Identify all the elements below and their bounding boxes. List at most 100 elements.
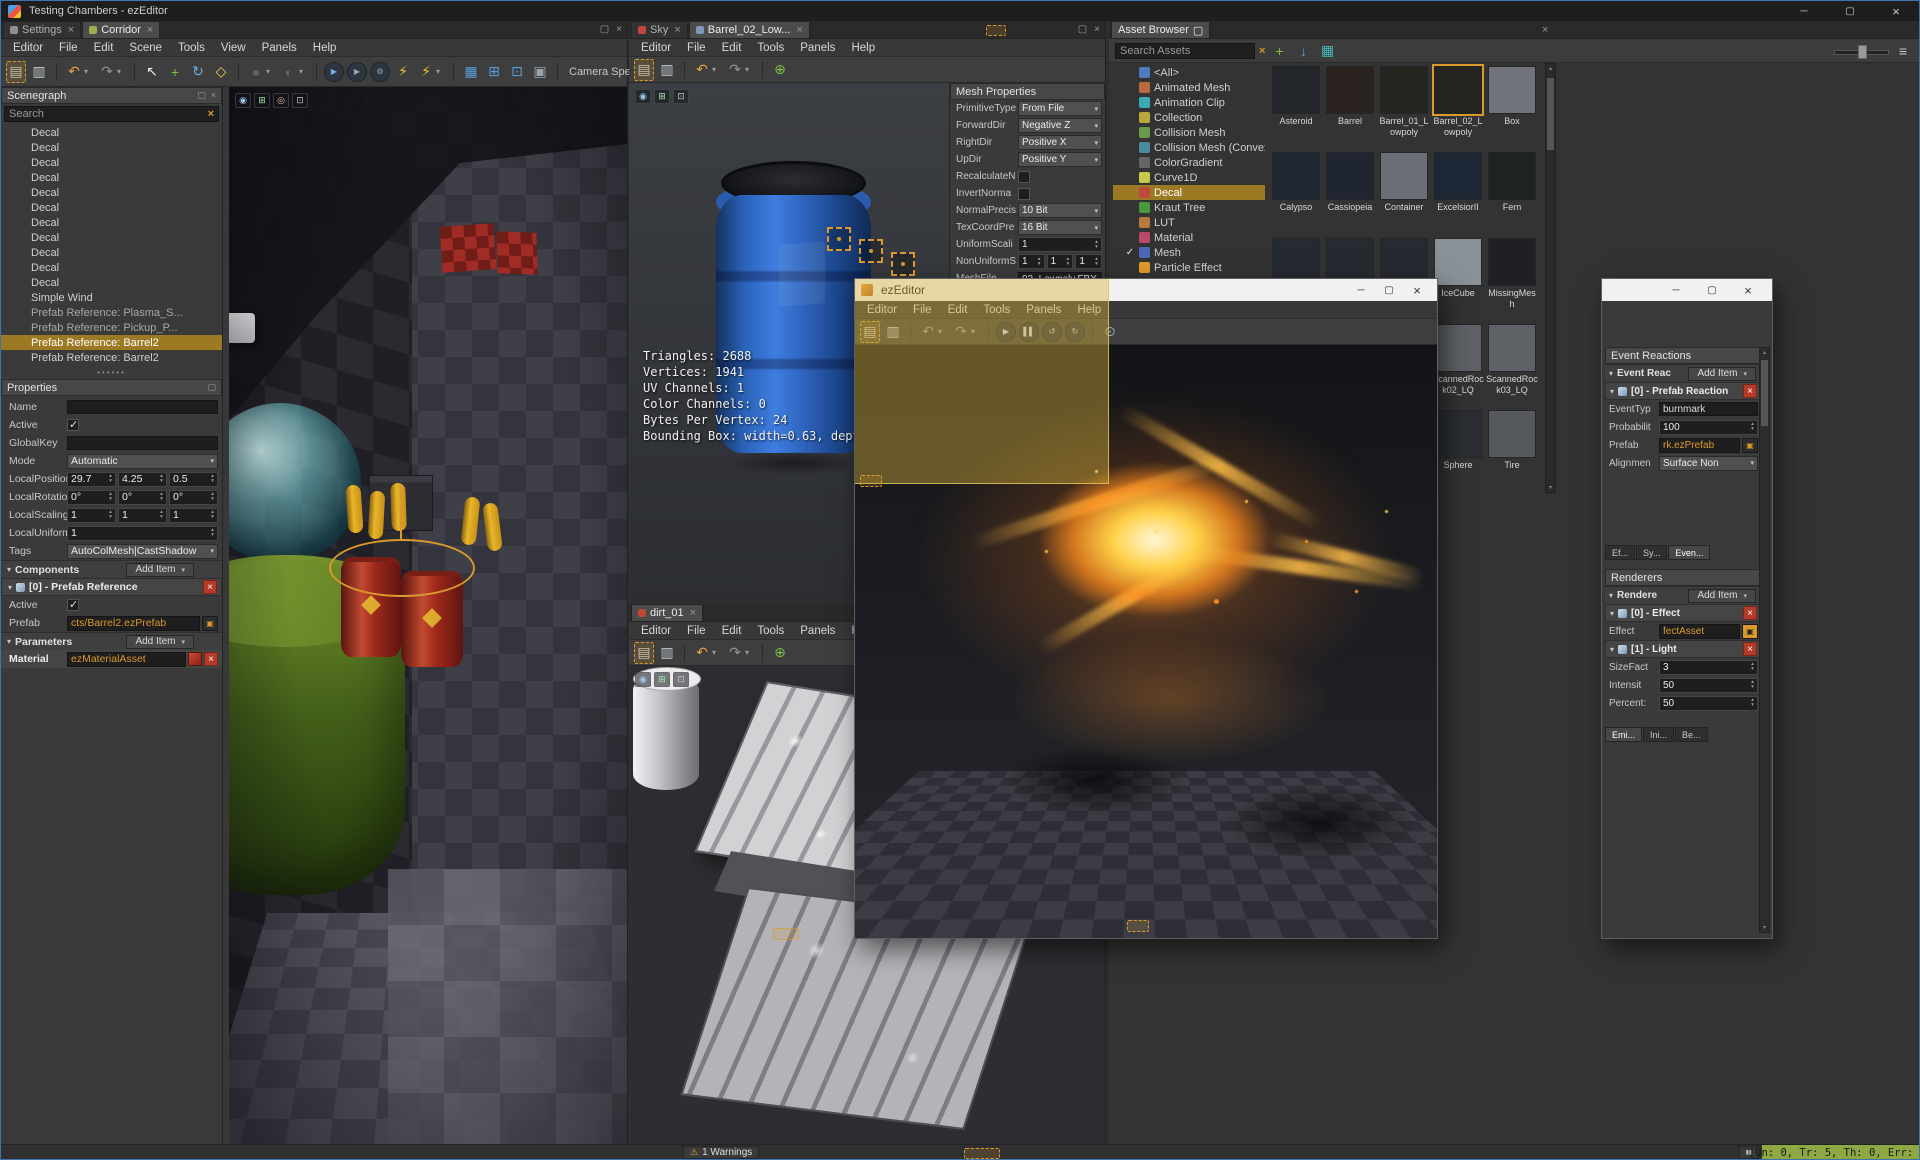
- add-asset-icon[interactable]: +: [1269, 40, 1289, 62]
- toolbar-item[interactable]: [936, 321, 944, 343]
- delete-component-button[interactable]: [1743, 642, 1757, 656]
- expander-icon[interactable]: [7, 565, 11, 574]
- document-tab[interactable]: Settings: [3, 21, 82, 38]
- scenegraph-item[interactable]: Decal: [1, 200, 222, 215]
- delete-component-button[interactable]: [1743, 606, 1757, 620]
- redo-icon[interactable]: ↷: [725, 59, 745, 81]
- asset-item[interactable]: Barrel_02_Lowpoly: [1431, 63, 1485, 149]
- panel-splitter[interactable]: ••••••: [1, 367, 222, 378]
- fullscreen-icon[interactable]: ⊡: [673, 89, 689, 104]
- section-tab[interactable]: Emi...: [1605, 727, 1643, 742]
- add-item-button[interactable]: Add Item: [126, 634, 194, 649]
- menu-item[interactable]: Edit: [714, 42, 750, 54]
- scene-viewport[interactable]: ◉ ⊞ ◎ ⊡: [229, 87, 627, 1144]
- quick-throw-icon[interactable]: ⚡: [416, 61, 436, 83]
- asset-type-item[interactable]: Collection: [1113, 110, 1265, 125]
- scroll-down-icon[interactable]: ▾: [1546, 484, 1555, 491]
- asset-transform-icon[interactable]: ⊕: [770, 59, 790, 81]
- scale-tool-icon[interactable]: ◇: [211, 61, 231, 83]
- undo-icon[interactable]: ↶: [692, 642, 712, 664]
- redo-icon[interactable]: ↷: [725, 642, 745, 664]
- menu-item[interactable]: Tools: [170, 42, 213, 54]
- close-panel-icon[interactable]: [211, 90, 216, 101]
- scenegraph-item[interactable]: Decal: [1, 170, 222, 185]
- asset-reference-value[interactable]: cts/Barrel2.ezPrefab: [67, 615, 200, 631]
- undo-icon[interactable]: ↶: [918, 321, 938, 343]
- spinner-arrows-icon[interactable]: [157, 510, 166, 520]
- close-tab-icon[interactable]: [674, 24, 680, 36]
- asset-reference-value[interactable]: rk.ezPrefab: [1659, 437, 1740, 453]
- spinner-arrows-icon[interactable]: [157, 474, 166, 484]
- menu-item[interactable]: View: [213, 42, 254, 54]
- dock-grip[interactable]: [986, 25, 1006, 36]
- dropdown[interactable]: Positive X: [1018, 135, 1102, 150]
- toolbar-item[interactable]: [743, 642, 751, 664]
- delete-component-button[interactable]: [1743, 384, 1757, 398]
- spinner-arrows-icon[interactable]: [1748, 422, 1757, 432]
- asset-grid-scrollbar[interactable]: ▴ ▾: [1545, 63, 1556, 493]
- spinner-arrows-icon[interactable]: [208, 510, 217, 520]
- expander-icon[interactable]: [1609, 591, 1613, 600]
- section-tab[interactable]: Be...: [1675, 727, 1708, 742]
- close-tab-icon[interactable]: [68, 24, 74, 36]
- floating-titlebar[interactable]: [1602, 279, 1772, 301]
- browse-asset-button[interactable]: [202, 615, 218, 631]
- asset-type-item[interactable]: Animated Mesh: [1113, 80, 1265, 95]
- expander-icon[interactable]: [1610, 609, 1614, 618]
- select-tool-icon[interactable]: ↖: [142, 61, 162, 83]
- number-spinner[interactable]: 1: [1018, 254, 1045, 269]
- minimize-button[interactable]: [1781, 1, 1827, 21]
- redo-icon[interactable]: ↷: [97, 61, 117, 83]
- panel-scrollbar[interactable]: ▴ ▾: [1759, 347, 1770, 933]
- particle-preview-viewport[interactable]: [855, 345, 1437, 938]
- menu-item[interactable]: Scene: [121, 42, 170, 54]
- menu-item[interactable]: Tools: [749, 42, 792, 54]
- close-button[interactable]: [1403, 279, 1431, 301]
- fullscreen-icon[interactable]: ⊡: [673, 672, 689, 687]
- toolbar-item[interactable]: [710, 59, 718, 81]
- close-tab-icon[interactable]: [147, 24, 153, 36]
- asset-item[interactable]: Cassiopeia: [1323, 149, 1377, 235]
- scenegraph-item[interactable]: Decal: [1, 185, 222, 200]
- dropdown[interactable]: Positive Y: [1018, 152, 1102, 167]
- section-tab[interactable]: Even...: [1668, 545, 1711, 560]
- toolbar-item[interactable]: [264, 61, 272, 83]
- expander-icon[interactable]: [1610, 645, 1614, 654]
- camera-views-icon[interactable]: ◉: [235, 93, 251, 108]
- toolbar-item[interactable]: [115, 61, 123, 83]
- spinner-arrows-icon[interactable]: [1748, 698, 1757, 708]
- expander-icon[interactable]: [1609, 369, 1613, 378]
- spinner-arrows-icon[interactable]: [208, 492, 217, 502]
- scenegraph-item[interactable]: Prefab Reference: Barrel2: [1, 335, 222, 350]
- menu-item[interactable]: Editor: [633, 42, 679, 54]
- checkbox[interactable]: [67, 598, 79, 611]
- dropdown[interactable]: From File: [1018, 101, 1102, 116]
- number-spinner[interactable]: 1: [169, 507, 218, 523]
- number-spinner[interactable]: 0°: [169, 489, 218, 505]
- expander-icon[interactable]: [1610, 387, 1614, 396]
- list-view-icon[interactable]: ≡: [1893, 40, 1913, 62]
- menu-item[interactable]: Edit: [940, 304, 976, 316]
- asset-type-item[interactable]: <All>: [1113, 65, 1265, 80]
- menu-item[interactable]: Editor: [5, 42, 51, 54]
- show-folder-icon[interactable]: ▦: [1317, 40, 1337, 62]
- text-input[interactable]: [67, 400, 218, 414]
- number-spinner[interactable]: 0°: [67, 489, 116, 505]
- scenegraph-item[interactable]: Prefab Reference: Barrel2: [1, 350, 222, 365]
- fullscreen-icon[interactable]: ⊡: [292, 93, 308, 108]
- maximize-button[interactable]: [1694, 279, 1730, 301]
- menu-item[interactable]: File: [679, 625, 714, 637]
- menu-item[interactable]: Help: [843, 42, 883, 54]
- asset-search-input[interactable]: Search Assets: [1115, 42, 1255, 59]
- rotate-tool-icon[interactable]: ↻: [188, 61, 208, 83]
- asset-item[interactable]: IceCube: [1431, 235, 1485, 321]
- float-panel-icon[interactable]: [207, 382, 216, 393]
- save-all-icon[interactable]: ▥: [657, 59, 677, 81]
- scrollbar-handle[interactable]: [1547, 78, 1554, 150]
- toolbar-item[interactable]: [969, 321, 977, 343]
- spinner-arrows-icon[interactable]: [208, 528, 217, 538]
- grid-toggle-icon[interactable]: ⊞: [654, 672, 670, 687]
- number-spinner[interactable]: 1: [1046, 254, 1074, 269]
- asset-item[interactable]: ScannedRock02_LQ: [1431, 321, 1485, 407]
- number-spinner[interactable]: 3: [1659, 659, 1758, 675]
